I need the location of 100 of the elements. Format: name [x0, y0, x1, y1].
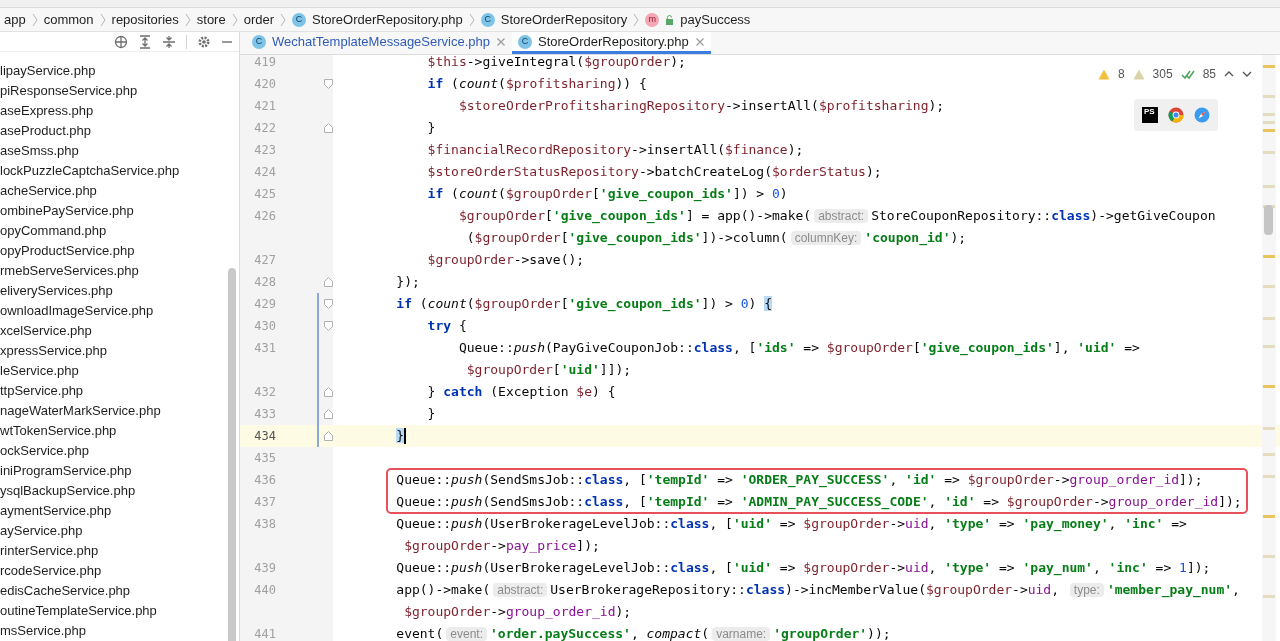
method-icon: m — [645, 12, 660, 27]
file-item[interactable]: xcelService.php — [0, 321, 225, 341]
code-line: try { — [426, 317, 467, 336]
file-item[interactable]: ttpService.php — [0, 381, 225, 401]
close-icon[interactable] — [694, 36, 705, 47]
chrome-icon[interactable] — [1168, 107, 1184, 123]
breadcrumb-item[interactable]: StoreOrderRepository.php — [312, 9, 463, 30]
file-item[interactable]: leService.php — [0, 361, 225, 381]
file-item[interactable]: xpressService.php — [0, 341, 225, 361]
class-icon: C — [292, 12, 307, 27]
editor-tab[interactable]: C StoreOrderRepository.php — [512, 32, 711, 54]
file-item[interactable]: ockService.php — [0, 441, 225, 461]
breadcrumb-item[interactable]: StoreOrderRepository — [500, 9, 628, 30]
fold-icon[interactable] — [324, 409, 333, 419]
file-item[interactable]: ysqlBackupService.php — [0, 481, 225, 501]
code-line: $groupOrder->save(); — [426, 251, 585, 270]
file-item[interactable]: rmebServeServices.php — [0, 261, 225, 281]
phpstorm-icon[interactable]: PS — [1142, 107, 1158, 123]
file-item[interactable]: outineTemplateService.php — [0, 601, 225, 621]
fold-icon[interactable] — [324, 299, 333, 309]
class-icon: C — [518, 34, 532, 49]
line-number: 441 — [253, 626, 276, 641]
fold-icon[interactable] — [324, 431, 333, 441]
chevron-down-icon[interactable] — [1242, 70, 1252, 78]
fold-icon[interactable] — [324, 123, 333, 133]
close-icon[interactable] — [496, 36, 506, 47]
file-item[interactable]: ombinePayService.php — [0, 201, 225, 221]
file-item[interactable]: piResponseService.php — [0, 81, 225, 101]
fold-icon[interactable] — [324, 387, 333, 397]
double-check-icon — [1180, 68, 1195, 80]
chevron-up-icon[interactable] — [1224, 70, 1234, 78]
line-number: 421 — [253, 98, 276, 115]
code-line: $storeOrderProfitsharingRepository->insertAll($profitsharing); — [457, 97, 945, 116]
file-item[interactable]: iniProgramService.php — [0, 461, 225, 481]
line-number: 423 — [253, 142, 276, 159]
weak-warning-icon — [1132, 68, 1145, 80]
code-line: app()->make( abstract: UserBrokerageRepository::class)->incMemberValue($groupOrder->uid, type: 'member_pay_num', — [395, 581, 1240, 600]
line-number: 438 — [253, 516, 276, 533]
fold-icon[interactable] — [324, 277, 333, 287]
code-line: $groupOrder->pay_price]); — [403, 537, 600, 556]
file-item[interactable]: lockPuzzleCaptchaService.php — [0, 161, 225, 181]
file-item[interactable]: wtTokenService.php — [0, 421, 225, 441]
file-item[interactable]: eliveryServices.php — [0, 281, 225, 301]
file-item[interactable]: aymentService.php — [0, 501, 225, 521]
chevron-icon — [231, 12, 238, 27]
file-item[interactable]: ownloadImageService.php — [0, 301, 225, 321]
line-number: 440 — [253, 582, 276, 599]
typo-count: 85 — [1202, 66, 1216, 83]
collapse-all-icon[interactable] — [162, 34, 176, 49]
fold-icon[interactable] — [324, 321, 333, 331]
file-item[interactable]: nageWaterMarkService.php — [0, 401, 225, 421]
chevron-icon — [468, 12, 475, 27]
fold-icon[interactable] — [324, 79, 333, 89]
code-line: if (count($groupOrder['give_coupon_ids']) > 0) — [426, 185, 788, 204]
breadcrumb-item[interactable]: common — [43, 9, 94, 30]
code-line: $storeOrderStatusRepository->batchCreateLog($orderStatus); — [426, 163, 882, 182]
file-item[interactable]: rinterService.php — [0, 541, 225, 561]
code-line: $groupOrder['give_coupon_ids'] = app()->make( abstract: StoreCouponRepository::class)->getGiveCoupon — [457, 207, 1216, 226]
breadcrumb-item[interactable]: app — [4, 9, 26, 30]
breadcrumb-item[interactable]: order — [243, 9, 275, 30]
code-line: } — [426, 119, 436, 138]
scrollbar-thumb[interactable] — [228, 268, 236, 641]
file-item[interactable]: ayService.php — [0, 521, 225, 541]
code-line: } — [426, 405, 436, 424]
code-line: if (count($profitsharing)) { — [426, 75, 647, 94]
file-item[interactable]: opyProductService.php — [0, 241, 225, 261]
breadcrumb-item[interactable]: store — [196, 9, 226, 30]
breadcrumb-item[interactable]: repositories — [111, 9, 179, 30]
expand-all-icon[interactable] — [138, 34, 152, 49]
compass-icon[interactable] — [1194, 107, 1210, 123]
breadcrumb-item[interactable]: paySuccess — [680, 9, 751, 30]
file-item[interactable]: edisCacheService.php — [0, 581, 225, 601]
file-item[interactable]: lipayService.php — [0, 61, 225, 81]
chevron-icon — [31, 12, 38, 27]
file-item[interactable]: rcodeService.php — [0, 561, 225, 581]
file-item[interactable]: opyCommand.php — [0, 221, 225, 241]
warning-count: 8 — [1117, 66, 1125, 83]
file-item[interactable]: msService.php — [0, 621, 225, 641]
settings-icon[interactable] — [197, 34, 211, 49]
line-number: 437 — [253, 494, 276, 511]
editor-tab[interactable]: C WechatTemplateMessageService.php — [246, 32, 512, 54]
file-item[interactable]: acheService.php — [0, 181, 225, 201]
line-number: 419 — [253, 55, 276, 71]
line-number: 420 — [253, 76, 276, 93]
code-line: Queue::push(SendSmsJob::class, ['tempId' => 'ORDER_PAY_SUCCESS', 'id' => $groupOrder->group_order_id]); — [395, 471, 1203, 490]
code-line: ($groupOrder['give_coupon_ids'])->column( columnKey: 'coupon_id'); — [465, 229, 967, 248]
line-number: 433 — [253, 406, 276, 423]
code-line: Queue::push(SendSmsJob::class, ['tempId' => 'ADMIN_PAY_SUCCESS_CODE', 'id' => $groupOrder->group_order_id]); — [395, 493, 1242, 512]
line-number: 428 — [253, 274, 276, 291]
file-item[interactable]: aseExpress.php — [0, 101, 225, 121]
file-item[interactable]: aseProduct.php — [0, 121, 225, 141]
line-number: 424 — [253, 164, 276, 181]
chevron-icon — [633, 12, 640, 27]
line-number: 432 — [253, 384, 276, 401]
line-number: 426 — [253, 208, 276, 225]
code-line: $groupOrder['uid']]); — [465, 361, 632, 380]
code-line: $groupOrder->group_order_id); — [403, 603, 632, 622]
file-item[interactable]: aseSmss.php — [0, 141, 225, 161]
line-number: 430 — [253, 318, 276, 335]
crosshair-icon[interactable] — [114, 34, 128, 49]
